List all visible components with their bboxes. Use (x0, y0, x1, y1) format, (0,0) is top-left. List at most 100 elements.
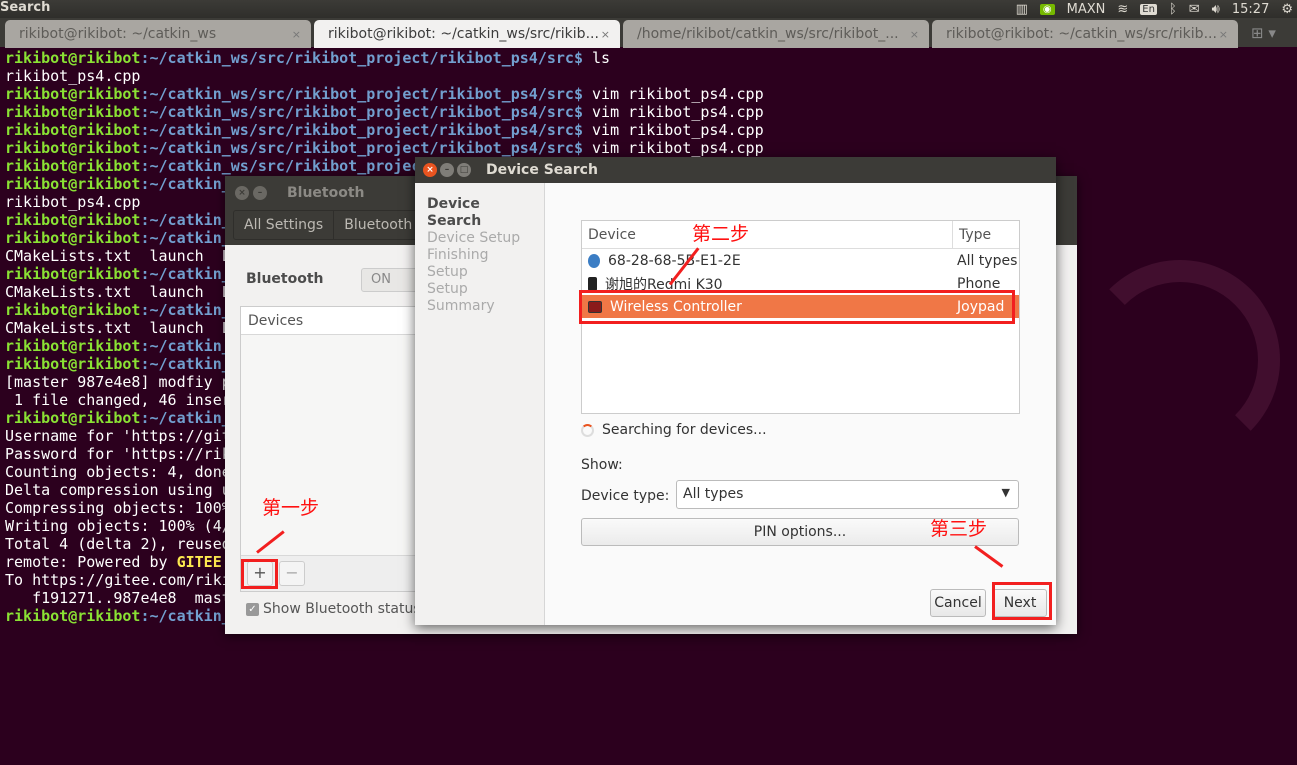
prompt-user: rikibot@rikibot (5, 337, 141, 355)
devices-toolbar: + − (241, 555, 419, 591)
prompt-path: :~/catkin_ (140, 409, 231, 427)
wifi-icon[interactable]: ≋ (1117, 2, 1128, 17)
device-type-select[interactable]: All types ▼ (676, 480, 1019, 509)
power-icon[interactable]: ⚙ (1281, 2, 1293, 17)
volume-icon[interactable]: 🔊︎ (1212, 2, 1220, 17)
device-type: Joypad (957, 298, 1005, 315)
prompt-path: :~/catkin_ (140, 355, 231, 373)
show-status-label: Show Bluetooth status (263, 601, 421, 617)
remove-device-button[interactable]: − (279, 561, 305, 586)
next-button[interactable]: Next (993, 589, 1047, 617)
prompt-user: rikibot@rikibot (5, 301, 141, 319)
joypad-icon (588, 300, 602, 313)
output-text: Counting objects: 4, done (5, 463, 231, 481)
close-tab-icon[interactable]: × (601, 28, 610, 41)
show-label: Show: (581, 457, 623, 473)
output-text: [master 987e4e8] modfiy p (5, 373, 231, 391)
minimize-icon[interactable]: – (440, 163, 454, 177)
nvidia-icon[interactable]: ◉ (1039, 3, 1055, 15)
power-mode[interactable]: MAXN (1067, 2, 1106, 17)
terminal-tab[interactable]: rikibot@rikibot: ~/catkin_ws × (5, 20, 311, 48)
prompt-user: rikibot@rikibot (5, 175, 141, 193)
prompt-user: rikibot@rikibot (5, 265, 141, 283)
device-list: Device Type 68-28-68-5B-E1-2E All types … (581, 220, 1020, 414)
breadcrumb-all-settings[interactable]: All Settings (234, 211, 335, 239)
prompt-path: :~/catkin_ (140, 229, 231, 247)
panel-title: Search (0, 0, 51, 15)
terminal-tab[interactable]: rikibot@rikibot: ~/catkin_ws/src/rikib..… (932, 20, 1238, 48)
device-type: All types (957, 252, 1018, 269)
output-text: CMakeLists.txt launch L (5, 247, 231, 265)
prompt-path: :~/catkin_ws/src/rikibot_projec (140, 157, 421, 175)
terminal-line: rikibot@rikibot:~/catkin_ws/src/rikibot_… (5, 85, 764, 103)
prompt-user: rikibot@rikibot (5, 409, 141, 427)
step-setup-summary: Setup Summary (427, 281, 495, 314)
prompt-path: :~/catkin_ws/src/rikibot_project/rikibot… (140, 85, 583, 103)
output-text: f191271..987e4e8 mast (5, 589, 231, 607)
title-bar: × – □ Device Search (415, 157, 1056, 183)
highlight-text: GITEE. (176, 553, 231, 571)
close-icon[interactable]: × (423, 163, 437, 177)
terminal-line: rikibot_ps4.cpp (5, 67, 764, 85)
device-type-value: All types (683, 486, 744, 502)
prompt-user: rikibot@rikibot (5, 229, 141, 247)
terminal-tab[interactable]: rikibot@rikibot: ~/catkin_ws/src/rikib..… (314, 20, 620, 48)
prompt-user: rikibot@rikibot (5, 355, 141, 373)
bluetooth-switch[interactable]: ON (361, 268, 421, 292)
show-status-checkbox[interactable]: ✓ Show Bluetooth status (246, 601, 421, 617)
prompt-user: rikibot@rikibot (5, 139, 141, 157)
prompt-user: rikibot@rikibot (5, 211, 141, 229)
prompt-path: :~/catkin_ws/src/rikibot_project/rikibot… (140, 139, 583, 157)
step-device-search: Device Search (427, 196, 482, 229)
breadcrumb-bluetooth[interactable]: Bluetooth (334, 211, 424, 239)
phone-icon (588, 276, 597, 291)
device-type: Phone (957, 275, 1001, 292)
keyboard-layout[interactable]: En (1140, 3, 1157, 15)
command: vim rikibot_ps4.cpp (582, 139, 764, 157)
cancel-button[interactable]: Cancel (930, 589, 986, 617)
column-device[interactable]: Device (582, 221, 953, 248)
devices-list: Devices + − (240, 306, 420, 592)
indicator-icon[interactable]: ▥ (1016, 2, 1028, 17)
bluetooth-icon[interactable]: ᛒ (1169, 2, 1177, 17)
mail-icon[interactable]: ✉ (1189, 2, 1200, 17)
tab-label: rikibot@rikibot: ~/catkin_ws (19, 26, 217, 42)
prompt-path: :~/catkin_ws/src/rikibot_project/rikibot… (140, 49, 583, 67)
close-tab-icon[interactable]: × (292, 28, 301, 41)
prompt-user: rikibot@rikibot (5, 103, 141, 121)
output-text: Password for 'https://rik (5, 445, 231, 463)
prompt-user: rikibot@rikibot (5, 607, 141, 625)
device-row[interactable]: 谢旭的Redmi K30 Phone (582, 272, 1019, 295)
prompt-user: rikibot@rikibot (5, 157, 141, 175)
terminal-line: rikibot@rikibot:~/catkin_ws/src/rikibot_… (5, 49, 764, 67)
dialog-title: Device Search (486, 162, 598, 178)
tab-label: /home/rikibot/catkin_ws/src/rikibot_... (637, 26, 899, 42)
clock[interactable]: 15:27 (1232, 2, 1269, 17)
close-tab-icon[interactable]: × (1219, 28, 1228, 41)
output-text: Writing objects: 100% (4/ (5, 517, 231, 535)
prompt-path: :~/catkin_ws/src/rikibot_project/rikibot… (140, 121, 583, 139)
output-text: Compressing objects: 100% (5, 499, 231, 517)
terminal-tab[interactable]: /home/rikibot/catkin_ws/src/rikibot_... × (623, 20, 929, 48)
close-tab-icon[interactable]: × (910, 28, 919, 41)
column-type[interactable]: Type (953, 221, 1019, 248)
output-text: remote: Powered by (5, 553, 177, 571)
dropdown-arrow-icon: ▼ (1001, 486, 1010, 499)
close-icon[interactable]: × (235, 186, 249, 200)
annotation-step1: 第一步 (262, 497, 320, 519)
maximize-icon[interactable]: □ (457, 163, 471, 177)
device-row-selected[interactable]: Wireless Controller Joypad (582, 295, 1019, 318)
checkbox-icon[interactable]: ✓ (246, 602, 259, 616)
minimize-icon[interactable]: – (253, 186, 267, 200)
terminal-line: rikibot@rikibot:~/catkin_ws/src/rikibot_… (5, 139, 764, 157)
prompt-path: :~/catkin_ (140, 301, 231, 319)
step-device-setup: Device Setup (427, 230, 521, 246)
device-type-label: Device type: (581, 488, 670, 504)
add-device-button[interactable]: + (247, 561, 273, 586)
command: vim rikibot_ps4.cpp (582, 103, 764, 121)
prompt-path: :~/catkin_ (140, 211, 231, 229)
new-tab-icon[interactable]: ⊞ ▾ (1251, 24, 1276, 47)
device-row[interactable]: 68-28-68-5B-E1-2E All types (582, 249, 1019, 272)
prompt-path: :~/catkin_ws/src/rikibot_project/rikibot… (140, 103, 583, 121)
command: ls (582, 49, 611, 67)
